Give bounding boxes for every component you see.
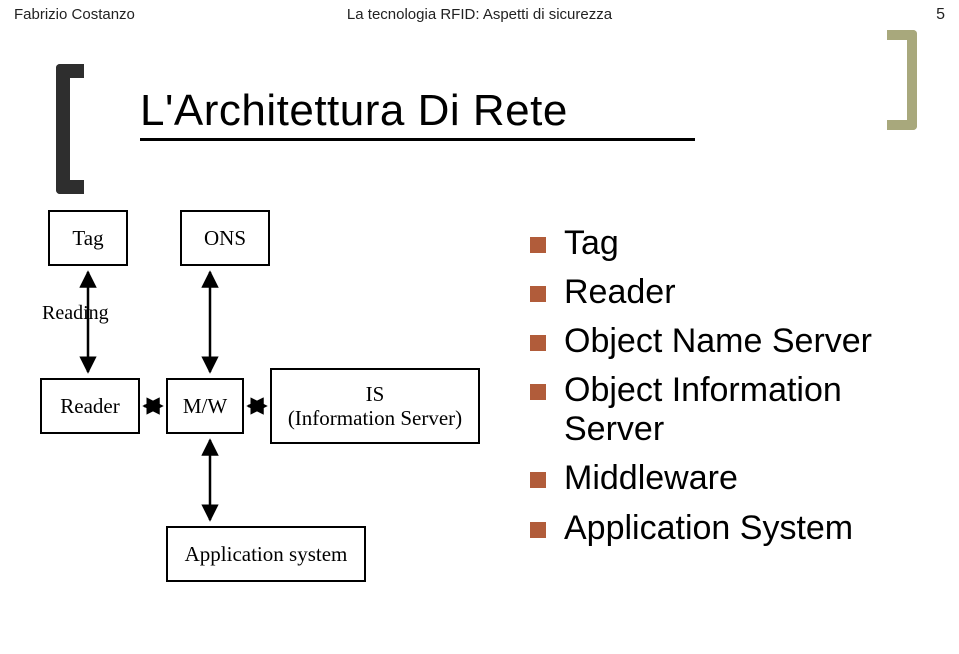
bullet-text: Tag (564, 224, 619, 263)
header-doc-title: La tecnologia RFID: Aspetti di sicurezza (324, 6, 634, 23)
diagram-box-tag: Tag (48, 210, 128, 266)
diagram-is-line1: IS (288, 382, 462, 406)
bullet-square-icon (530, 237, 546, 253)
list-item: Object Name Server (530, 322, 940, 361)
bullet-square-icon (530, 472, 546, 488)
decorative-left-bracket (56, 64, 84, 194)
list-item: Tag (530, 224, 940, 263)
list-item: Middleware (530, 459, 940, 498)
bullet-square-icon (530, 335, 546, 351)
list-item: Reader (530, 273, 940, 312)
bullet-text: Object Information Server (564, 371, 940, 449)
diagram-box-application: Application system (166, 526, 366, 582)
bullet-square-icon (530, 384, 546, 400)
bullet-square-icon (530, 286, 546, 302)
decorative-right-bracket (887, 30, 917, 130)
slide-header: Fabrizio Costanzo La tecnologia RFID: As… (0, 0, 959, 28)
title-underline (140, 138, 695, 141)
header-page-number: 5 (635, 6, 945, 24)
diagram-box-is: IS (Information Server) (270, 368, 480, 444)
bullet-text: Middleware (564, 459, 738, 498)
bullet-square-icon (530, 522, 546, 538)
bullet-text: Object Name Server (564, 322, 872, 361)
title-block: L'Architettura Di Rete (140, 86, 840, 141)
bullet-text: Application System (564, 509, 853, 548)
diagram-box-reader: Reader (40, 378, 140, 434)
architecture-diagram: Tag ONS Reading Reader M/W IS (Informati… (40, 210, 520, 610)
diagram-label-reading: Reading (42, 302, 109, 325)
diagram-box-mw: M/W (166, 378, 244, 434)
bullet-text: Reader (564, 273, 676, 312)
bullet-list: Tag Reader Object Name Server Object Inf… (530, 224, 940, 558)
list-item: Object Information Server (530, 371, 940, 449)
slide-title: L'Architettura Di Rete (140, 86, 840, 136)
diagram-box-ons: ONS (180, 210, 270, 266)
header-author: Fabrizio Costanzo (14, 6, 324, 23)
diagram-is-line2: (Information Server) (288, 406, 462, 430)
list-item: Application System (530, 509, 940, 548)
